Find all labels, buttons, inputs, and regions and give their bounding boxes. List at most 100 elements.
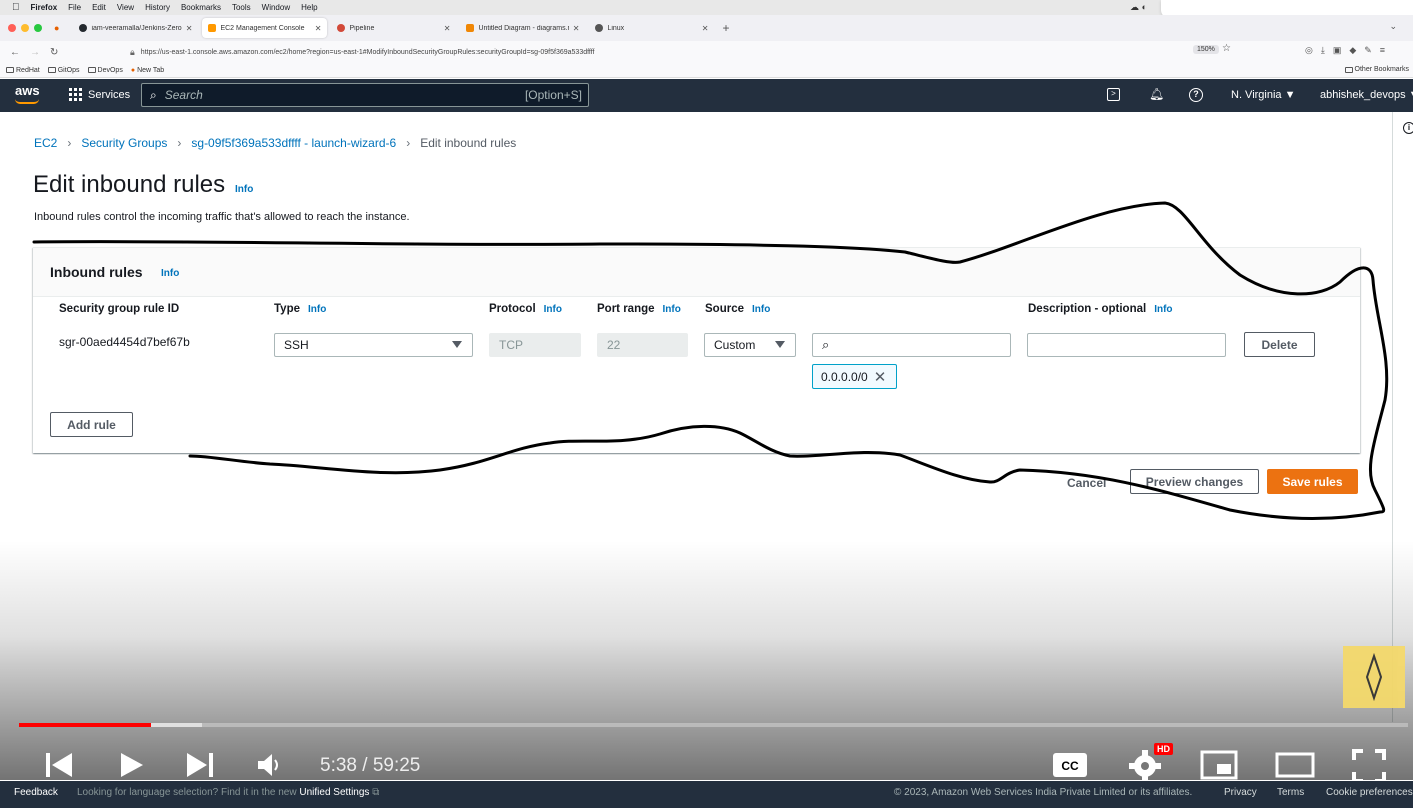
fullscreen-icon[interactable] [1352,749,1386,783]
caret-down-icon [452,341,462,348]
tab-pipeline[interactable]: Pipeline ✕ [331,18,456,38]
toolbar-extension-icons[interactable]: ◎⤓▣◆✎≡ [1305,45,1393,56]
remove-token-icon[interactable]: ✕ [874,368,887,386]
menu-view[interactable]: View [117,3,134,12]
menu-tools[interactable]: Tools [232,3,251,12]
tab-label: iam-veeramalla/Jenkins-Zero-T [91,24,182,32]
source-info-link[interactable]: Info [752,304,770,315]
search-input[interactable]: ⌕ Search [Option+S] [141,83,589,107]
close-window-button[interactable] [8,24,16,32]
tab-diagrams[interactable]: Untitled Diagram - diagrams.net ✕ [460,18,585,38]
volume-icon[interactable] [256,752,282,778]
next-icon[interactable] [185,750,215,780]
external-link-icon: ⧉ [372,787,380,798]
bookmark-folder[interactable]: DevOps [87,66,123,74]
port-value: 22 [607,338,621,352]
page-description: Inbound rules control the incoming traff… [34,211,410,223]
new-tab-button[interactable]: + [722,21,729,35]
menu-help[interactable]: Help [301,3,317,12]
cloudshell-icon[interactable]: > [1107,88,1120,101]
feedback-link[interactable]: Feedback [14,787,58,798]
type-select[interactable]: SSH [274,333,473,357]
panel-info-link[interactable]: Info [161,268,179,279]
breadcrumb: EC2 › Security Groups › sg-09f5f369a533d… [34,136,516,150]
svg-text:CC: CC [1061,759,1079,773]
port-info-link[interactable]: Info [663,304,681,315]
unified-settings-link[interactable]: Unified Settings [299,787,369,798]
description-info-link[interactable]: Info [1154,304,1172,315]
breadcrumb-ec2[interactable]: EC2 [34,136,57,150]
cookie-preferences-link[interactable]: Cookie preferences [1326,787,1413,798]
account-menu[interactable]: abhishek_devops ▼ [1320,89,1413,101]
help-icon[interactable]: ? [1189,88,1203,102]
close-tab-icon[interactable]: ✕ [186,24,193,33]
close-tab-icon[interactable]: ✕ [315,24,322,33]
firefox-view-icon[interactable]: ● [54,23,59,33]
maximize-window-button[interactable] [34,24,42,32]
folder-icon [47,67,56,73]
minimize-window-button[interactable] [21,24,29,32]
info-panel-icon[interactable]: i [1403,122,1413,134]
add-rule-button[interactable]: Add rule [50,412,133,437]
miniplayer-icon[interactable] [1200,750,1238,780]
breadcrumb-security-group[interactable]: sg-09f5f369a533dffff - launch-wizard-6 [191,136,396,150]
description-input[interactable] [1027,333,1226,357]
other-bookmarks[interactable]: Other Bookmarks [1344,66,1409,73]
tab-label: Pipeline [349,24,375,32]
video-progress-track[interactable] [19,723,1408,727]
tab-github[interactable]: iam-veeramalla/Jenkins-Zero-T ✕ [73,18,198,38]
services-menu[interactable]: Services [69,88,130,101]
bookmark-folder[interactable]: RedHat [6,67,40,74]
delete-rule-button[interactable]: Delete [1244,332,1315,357]
menu-history[interactable]: History [145,3,170,12]
aws-favicon-icon [208,24,217,32]
bookmark-label: RedHat [16,66,40,74]
previous-icon[interactable] [44,750,74,780]
protocol-info-link[interactable]: Info [544,304,562,315]
source-select[interactable]: Custom [704,333,796,357]
close-tab-icon[interactable]: ✕ [573,24,580,33]
back-icon[interactable]: ← [10,47,20,58]
theater-mode-icon[interactable] [1275,752,1315,778]
bookmark-folder[interactable]: GitOps [47,67,80,74]
tab-linux[interactable]: Linux ✕ [589,18,714,38]
zoom-level[interactable]: 150% [1193,45,1219,54]
apple-icon[interactable]:  [12,2,20,13]
page-info-link[interactable]: Info [235,184,253,195]
menu-firefox[interactable]: Firefox [31,3,58,12]
search-icon: ⌕ [150,87,157,102]
terms-link[interactable]: Terms [1277,787,1304,798]
menu-edit[interactable]: Edit [92,3,106,12]
services-label: Services [88,88,131,101]
panel-title: Inbound rules [50,264,143,280]
type-info-link[interactable]: Info [308,304,326,315]
bell-icon[interactable]: 🔔︎ [1149,87,1164,101]
type-select-value: SSH [284,338,309,352]
url-bar[interactable]: 🔒︎ https://us-east-1.console.aws.amazon.… [130,44,1240,60]
menu-bookmarks[interactable]: Bookmarks [181,3,221,12]
preview-changes-button[interactable]: Preview changes [1130,469,1259,494]
cancel-button[interactable]: Cancel [1067,476,1106,490]
captions-icon[interactable]: CC [1052,752,1088,778]
save-rules-button[interactable]: Save rules [1267,469,1358,494]
privacy-link[interactable]: Privacy [1224,787,1257,798]
source-cidr-search-input[interactable]: ⌕ [812,333,1011,357]
list-tabs-chevron-icon[interactable]: ⌄ [1389,21,1397,32]
bookmark-label: DevOps [97,66,123,74]
bookmark-star-icon[interactable]: ☆ [1222,43,1231,54]
aws-logo[interactable]: aws [15,83,40,98]
bookmark-item[interactable]: ● New Tab [131,67,164,74]
video-played-bar [19,723,151,727]
language-notice-text: Looking for language selection? Find it … [77,787,297,798]
menu-file[interactable]: File [68,3,81,12]
tab-ec2-console[interactable]: EC2 Management Console ✕ [202,18,328,38]
reload-icon[interactable]: ↻ [50,47,58,58]
close-tab-icon[interactable]: ✕ [702,24,709,33]
close-tab-icon[interactable]: ✕ [444,24,451,33]
column-label: Type [274,303,300,315]
breadcrumb-security-groups[interactable]: Security Groups [81,136,167,150]
menu-window[interactable]: Window [262,3,290,12]
region-selector[interactable]: N. Virginia ▼ [1231,89,1296,101]
play-icon[interactable] [118,750,146,780]
forward-icon[interactable]: → [30,47,40,58]
